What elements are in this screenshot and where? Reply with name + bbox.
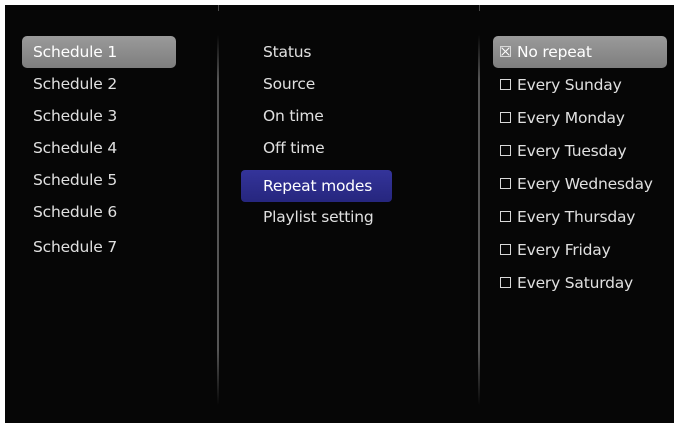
setting-playlist[interactable]: Playlist setting <box>241 201 392 233</box>
repeat-option-every-saturday[interactable]: Every Saturday <box>493 267 667 299</box>
setting-status[interactable]: Status <box>241 36 392 68</box>
repeat-option-label: Every Wednesday <box>517 175 653 193</box>
setting-on-time[interactable]: On time <box>241 100 392 132</box>
checkbox-icon <box>500 112 511 123</box>
repeat-option-label: No repeat <box>517 43 592 61</box>
repeat-option-every-wednesday[interactable]: Every Wednesday <box>493 168 667 200</box>
repeat-option-every-monday[interactable]: Every Monday <box>493 102 667 134</box>
repeat-option-every-friday[interactable]: Every Friday <box>493 234 667 266</box>
schedule-item-3[interactable]: Schedule 3 <box>22 100 176 132</box>
schedule-item-7[interactable]: Schedule 7 <box>22 231 176 263</box>
checkbox-icon <box>500 244 511 255</box>
repeat-option-label: Every Tuesday <box>517 142 627 160</box>
schedule-item-6[interactable]: Schedule 6 <box>22 196 176 228</box>
osd-screen: Schedule 1 Schedule 2 Schedule 3 Schedul… <box>5 5 674 423</box>
schedule-item-5[interactable]: Schedule 5 <box>22 164 176 196</box>
column-divider-left <box>217 35 219 405</box>
repeat-option-label: Every Sunday <box>517 76 622 94</box>
repeat-option-label: Every Saturday <box>517 274 634 292</box>
repeat-option-every-sunday[interactable]: Every Sunday <box>493 69 667 101</box>
checkbox-icon <box>500 178 511 189</box>
column-divider-right <box>478 35 480 405</box>
setting-repeat-modes[interactable]: Repeat modes <box>241 170 392 202</box>
top-tick-right <box>479 5 480 11</box>
repeat-option-no-repeat[interactable]: No repeat <box>493 36 667 68</box>
repeat-option-label: Every Monday <box>517 109 625 127</box>
checkbox-icon <box>500 145 511 156</box>
repeat-option-every-thursday[interactable]: Every Thursday <box>493 201 667 233</box>
repeat-option-label: Every Friday <box>517 241 611 259</box>
checkbox-icon <box>500 277 511 288</box>
repeat-option-every-tuesday[interactable]: Every Tuesday <box>493 135 667 167</box>
repeat-option-label: Every Thursday <box>517 208 636 226</box>
checkbox-icon <box>500 79 511 90</box>
checkbox-icon <box>500 211 511 222</box>
schedule-item-2[interactable]: Schedule 2 <box>22 68 176 100</box>
setting-source[interactable]: Source <box>241 68 392 100</box>
schedule-item-4[interactable]: Schedule 4 <box>22 132 176 164</box>
top-tick-left <box>218 5 219 11</box>
setting-off-time[interactable]: Off time <box>241 132 392 164</box>
checkbox-checked-icon <box>500 46 511 57</box>
schedule-item-1[interactable]: Schedule 1 <box>22 36 176 68</box>
